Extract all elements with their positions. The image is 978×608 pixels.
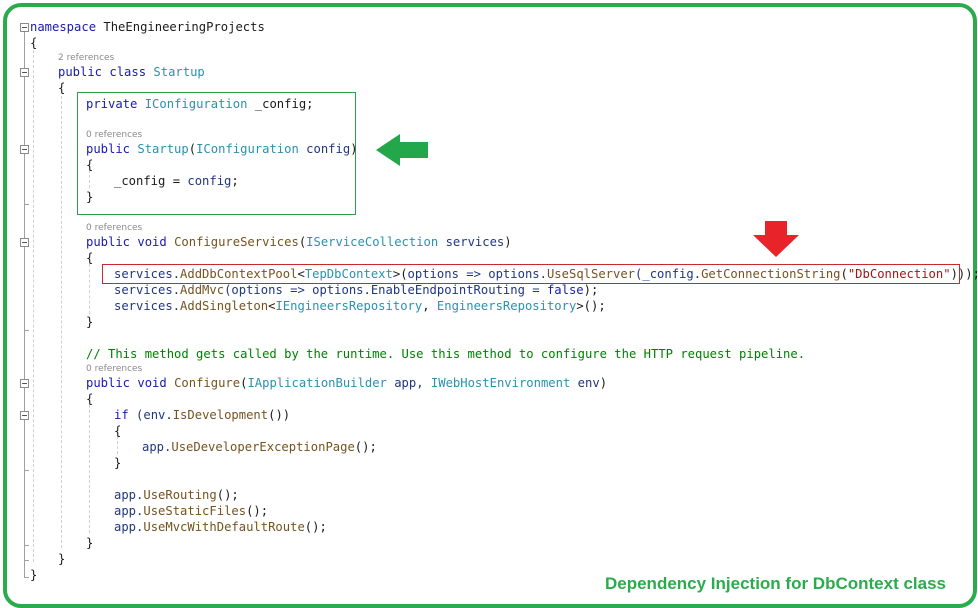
- indent-guide: [61, 96, 62, 548]
- code-line: public void ConfigureServices(IServiceCo…: [86, 235, 512, 249]
- code-line: {: [114, 424, 122, 438]
- indent-guide: [89, 264, 90, 314]
- code-line: app.UseMvcWithDefaultRoute();: [114, 520, 327, 534]
- indent-guide: [33, 50, 34, 562]
- code-line: {: [86, 251, 94, 265]
- outline-line: [24, 204, 29, 205]
- indent-guide: [89, 405, 90, 533]
- code-line: services.AddMvc(options => options.Enabl…: [114, 283, 599, 297]
- code-line: }: [58, 552, 66, 566]
- dbcontext-highlight-box: [102, 264, 960, 284]
- red-arrow-icon: [753, 221, 799, 257]
- caption: Dependency Injection for DbContext class: [604, 574, 946, 593]
- code-comment: // This method gets called by the runtim…: [86, 347, 806, 361]
- code-line: {: [30, 36, 38, 50]
- collapse-namespace-icon[interactable]: [20, 23, 29, 32]
- collapse-configureservices-icon[interactable]: [20, 238, 29, 247]
- codelens-references[interactable]: 0 references: [86, 222, 142, 234]
- outline-line: [24, 577, 29, 578]
- code-line: {: [58, 81, 66, 95]
- code-line: }: [114, 456, 122, 470]
- code-line: namespace TheEngineeringProjects: [30, 20, 265, 34]
- code-line: app.UseRouting();: [114, 488, 239, 502]
- collapse-constructor-icon[interactable]: [20, 145, 29, 154]
- code-line: services.AddSingleton<IEngineersReposito…: [114, 299, 606, 313]
- outline-line: [24, 545, 29, 546]
- codelens-references[interactable]: 0 references: [86, 363, 142, 375]
- outline-line: [24, 32, 25, 577]
- code-line: }: [86, 536, 94, 550]
- code-line: }: [30, 568, 38, 582]
- outline-line: [24, 470, 29, 471]
- code-line: public class Startup: [58, 65, 205, 79]
- constructor-highlight-box: [77, 92, 356, 215]
- collapse-class-icon[interactable]: [20, 68, 29, 77]
- outline-line: [24, 330, 29, 331]
- code-line: {: [86, 392, 94, 406]
- code-line: public void Configure(IApplicationBuilde…: [86, 376, 608, 390]
- green-arrow-icon: [376, 134, 428, 166]
- code-line: app.UseDeveloperExceptionPage();: [142, 440, 377, 454]
- outline-line: [24, 560, 29, 561]
- codelens-references[interactable]: 2 references: [58, 52, 114, 64]
- collapse-if-icon[interactable]: [20, 411, 29, 420]
- code-line: app.UseStaticFiles();: [114, 504, 269, 518]
- code-line: }: [86, 315, 94, 329]
- code-line: if (env.IsDevelopment()): [114, 408, 291, 422]
- collapse-configure-icon[interactable]: [20, 379, 29, 388]
